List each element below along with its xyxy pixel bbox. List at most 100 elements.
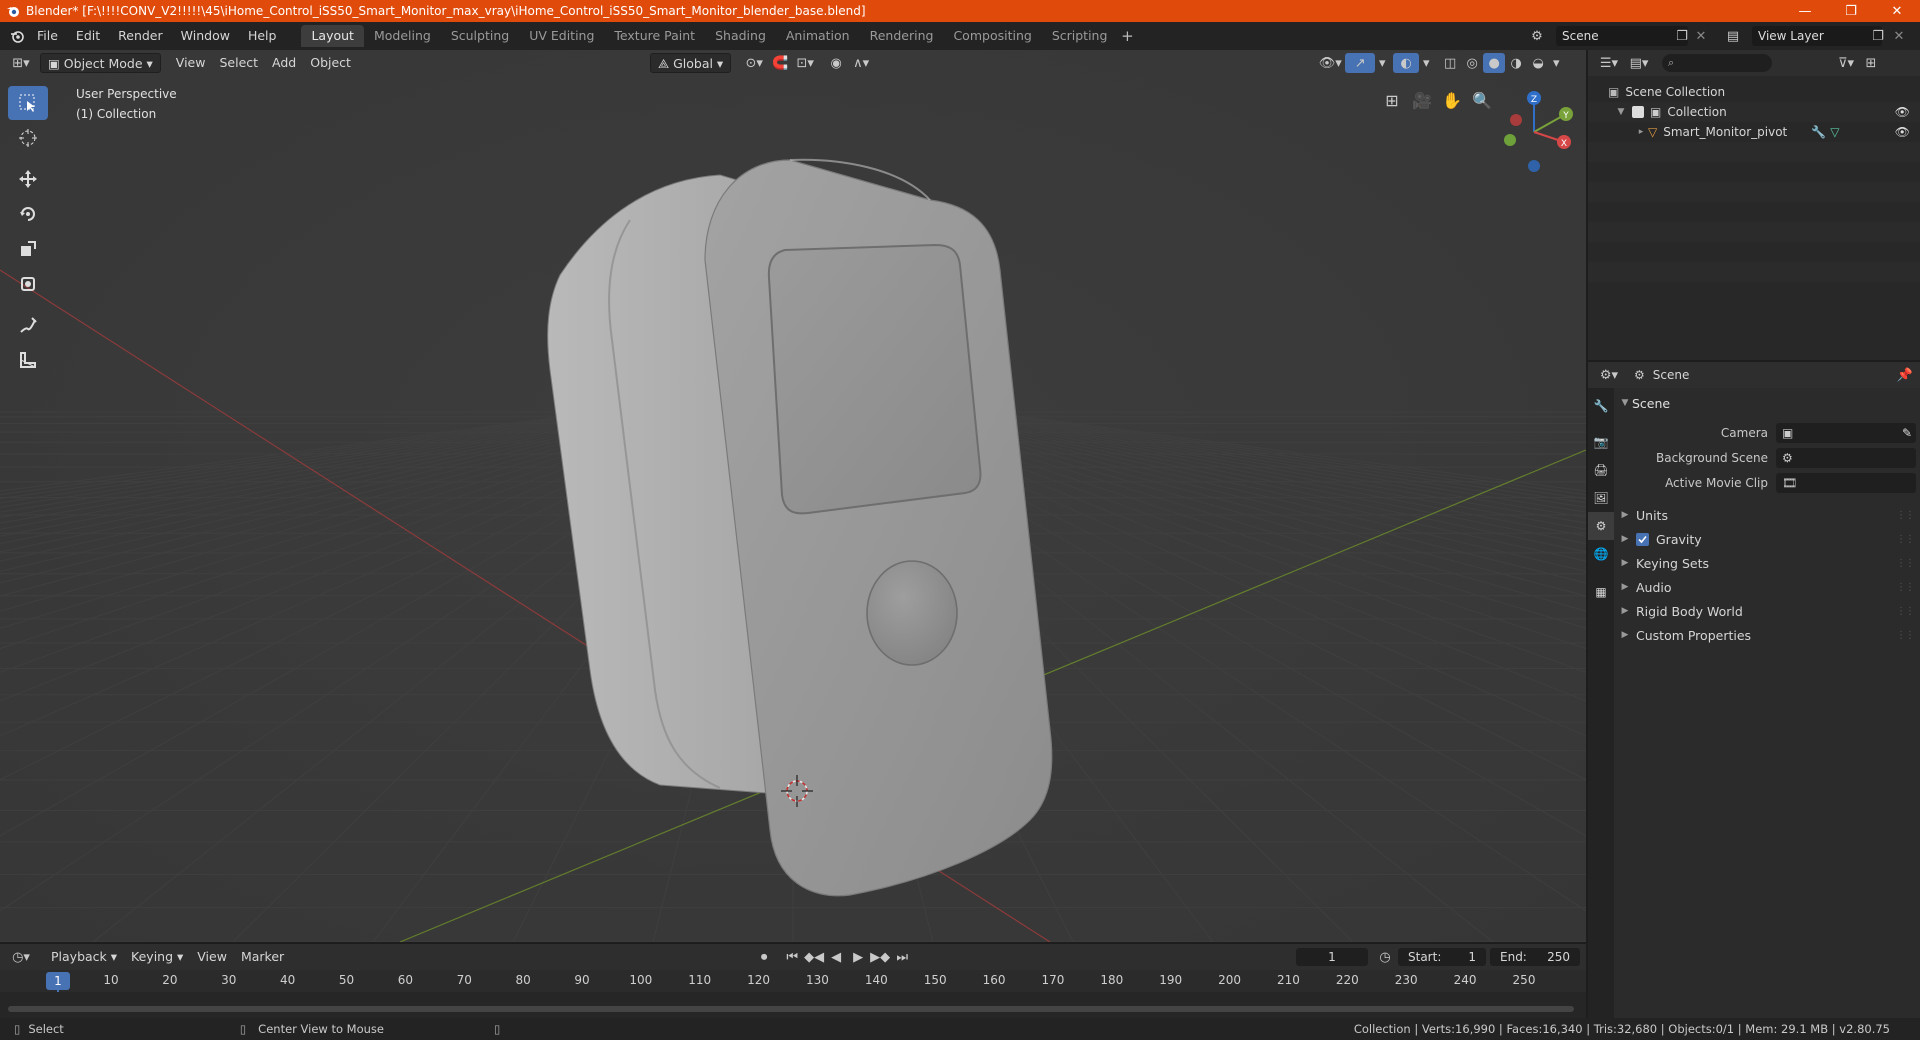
menu-add[interactable]: Add: [265, 53, 303, 73]
falloff-icon[interactable]: ∧▾: [847, 53, 875, 73]
pin-icon[interactable]: 📌: [1894, 365, 1916, 385]
shading-dropdown-icon[interactable]: ▾: [1549, 53, 1563, 73]
jump-to-end-icon[interactable]: ⏭: [891, 947, 913, 967]
drag-handle-icon[interactable]: ⋮⋮: [1896, 510, 1915, 521]
current-frame-marker[interactable]: 1: [46, 972, 70, 990]
view-layer-selector[interactable]: View Layer: [1752, 26, 1882, 46]
active-movie-clip-field[interactable]: 🎞: [1776, 472, 1916, 493]
close-button[interactable]: ✕: [1874, 0, 1920, 22]
scale-tool[interactable]: [8, 232, 48, 266]
overlays-toggle-icon[interactable]: ◐: [1393, 53, 1420, 73]
menu-edit[interactable]: Edit: [67, 25, 109, 47]
audio-panel-header[interactable]: ▶ Audio ⋮⋮: [1618, 575, 1916, 599]
expand-object-icon[interactable]: ▸: [1634, 127, 1648, 137]
drag-handle-icon[interactable]: ⋮⋮: [1896, 630, 1915, 641]
background-scene-field[interactable]: ⚙: [1776, 447, 1916, 468]
timeline-track[interactable]: [0, 992, 1586, 1018]
tab-animation[interactable]: Animation: [776, 25, 860, 47]
overlays-dropdown-icon[interactable]: ▾: [1419, 53, 1433, 73]
play-icon[interactable]: ▶: [847, 947, 869, 967]
new-scene-icon[interactable]: ❐: [1674, 26, 1690, 46]
mesh-data-icon[interactable]: ▽: [1830, 125, 1839, 139]
visibility-icon[interactable]: 👁▾: [1315, 53, 1345, 73]
view-layer-browse-icon[interactable]: ▤: [1722, 26, 1744, 46]
delete-scene-icon[interactable]: ✕: [1694, 26, 1708, 46]
add-workspace-button[interactable]: +: [1117, 27, 1137, 45]
object-visibility-icon[interactable]: 👁: [1895, 125, 1910, 139]
menu-file[interactable]: File: [28, 25, 67, 47]
shading-wireframe-icon[interactable]: ◎: [1461, 53, 1483, 73]
timeline-ruler[interactable]: 1 10 20 30 40 50 60 70 80 90 100 110 120 130 140 150 160…: [0, 970, 1586, 1018]
object-mode-dropdown[interactable]: ▣ Object Mode ▾: [40, 53, 161, 73]
record-keyframe-icon[interactable]: ⏺: [753, 947, 775, 967]
zoom-icon[interactable]: 🔍: [1468, 86, 1496, 114]
scene-panel-header[interactable]: ▼ Scene: [1618, 392, 1916, 414]
tab-shading[interactable]: Shading: [705, 25, 776, 47]
keying-sets-panel-header[interactable]: ▶ Keying Sets ⋮⋮: [1618, 551, 1916, 575]
tab-texture-paint[interactable]: Texture Paint: [604, 25, 705, 47]
gravity-panel-header[interactable]: ▶ Gravity ⋮⋮: [1618, 527, 1916, 551]
select-box-tool[interactable]: [8, 86, 48, 120]
tab-sculpting[interactable]: Sculpting: [441, 25, 519, 47]
tab-uv-editing[interactable]: UV Editing: [519, 25, 604, 47]
new-collection-icon[interactable]: ⊞: [1860, 53, 1882, 73]
camera-field[interactable]: ▣ ✎: [1776, 422, 1916, 443]
tab-modeling[interactable]: Modeling: [364, 25, 441, 47]
menu-view[interactable]: View: [169, 53, 213, 73]
snap-icon[interactable]: 🧲: [769, 53, 791, 73]
measure-tool[interactable]: [8, 343, 48, 377]
tool-tab-icon[interactable]: 🔧: [1588, 392, 1614, 420]
new-view-layer-icon[interactable]: ❐: [1870, 26, 1886, 46]
transform-tool[interactable]: [8, 267, 48, 301]
modifier-wrench-icon[interactable]: 🔧: [1811, 125, 1826, 139]
collection-checkbox[interactable]: [1632, 106, 1644, 118]
pivot-point-icon[interactable]: ⊙▾: [739, 53, 769, 73]
menu-playback[interactable]: Playback ▾: [44, 947, 124, 967]
editor-type-icon[interactable]: ⊞▾: [6, 53, 36, 73]
toggle-camera-view-icon[interactable]: ⊞: [1378, 86, 1406, 114]
minimize-button[interactable]: —: [1782, 0, 1828, 22]
drag-handle-icon[interactable]: ⋮⋮: [1896, 606, 1915, 617]
menu-timeline-view[interactable]: View: [190, 947, 234, 967]
blender-menu-icon[interactable]: [6, 26, 28, 46]
navigation-gizmo[interactable]: Z Y X: [1494, 84, 1574, 174]
gizmo-dropdown-icon[interactable]: ▾: [1375, 53, 1389, 73]
menu-window[interactable]: Window: [172, 25, 239, 47]
menu-object[interactable]: Object: [303, 53, 358, 73]
camera-icon[interactable]: 🎥: [1408, 86, 1436, 114]
shading-material-icon[interactable]: ◑: [1505, 53, 1527, 73]
menu-marker[interactable]: Marker: [234, 947, 291, 967]
annotate-tool[interactable]: [8, 308, 48, 342]
snap-target-icon[interactable]: ⊡▾: [791, 53, 819, 73]
rigid-body-world-panel-header[interactable]: ▶ Rigid Body World ⋮⋮: [1618, 599, 1916, 623]
collection-visibility-icon[interactable]: 👁: [1895, 105, 1910, 119]
delete-view-layer-icon[interactable]: ✕: [1892, 26, 1906, 46]
timeline-editor-type-icon[interactable]: ◷▾: [6, 947, 36, 967]
properties-editor-type-icon[interactable]: ⚙▾: [1594, 365, 1624, 385]
scene-selector[interactable]: Scene: [1556, 26, 1688, 46]
units-panel-header[interactable]: ▶ Units ⋮⋮: [1618, 503, 1916, 527]
display-mode-icon[interactable]: ▤▾: [1624, 53, 1654, 73]
custom-properties-panel-header[interactable]: ▶ Custom Properties ⋮⋮: [1618, 623, 1916, 647]
outliner-editor-type-icon[interactable]: ☰▾: [1594, 53, 1624, 73]
end-frame-field[interactable]: End: 250: [1490, 948, 1580, 966]
drag-handle-icon[interactable]: ⋮⋮: [1896, 534, 1915, 545]
tab-scripting[interactable]: Scripting: [1042, 25, 1118, 47]
tab-compositing[interactable]: Compositing: [943, 25, 1041, 47]
texture-tab-icon[interactable]: ▦: [1588, 578, 1614, 606]
shading-solid-icon[interactable]: ●: [1483, 53, 1506, 73]
outliner-row-collection[interactable]: ▼ ▣ Collection 👁: [1588, 102, 1920, 122]
tab-rendering[interactable]: Rendering: [860, 25, 944, 47]
output-tab-icon[interactable]: 🖨: [1588, 456, 1614, 484]
proportional-editing-icon[interactable]: ◉: [825, 53, 847, 73]
transform-orientation-dropdown[interactable]: ⟁ Global ▾: [649, 53, 732, 73]
tab-layout[interactable]: Layout: [301, 25, 364, 47]
pan-hand-icon[interactable]: ✋: [1438, 86, 1466, 114]
start-frame-field[interactable]: Start: 1: [1398, 948, 1486, 966]
menu-select[interactable]: Select: [212, 53, 265, 73]
render-tab-icon[interactable]: 📷: [1588, 428, 1614, 456]
maximize-button[interactable]: ❐: [1828, 0, 1874, 22]
jump-to-keyframe-back-icon[interactable]: ◆◀: [803, 947, 825, 967]
drag-handle-icon[interactable]: ⋮⋮: [1896, 558, 1915, 569]
shading-rendered-icon[interactable]: ◒: [1527, 53, 1549, 73]
